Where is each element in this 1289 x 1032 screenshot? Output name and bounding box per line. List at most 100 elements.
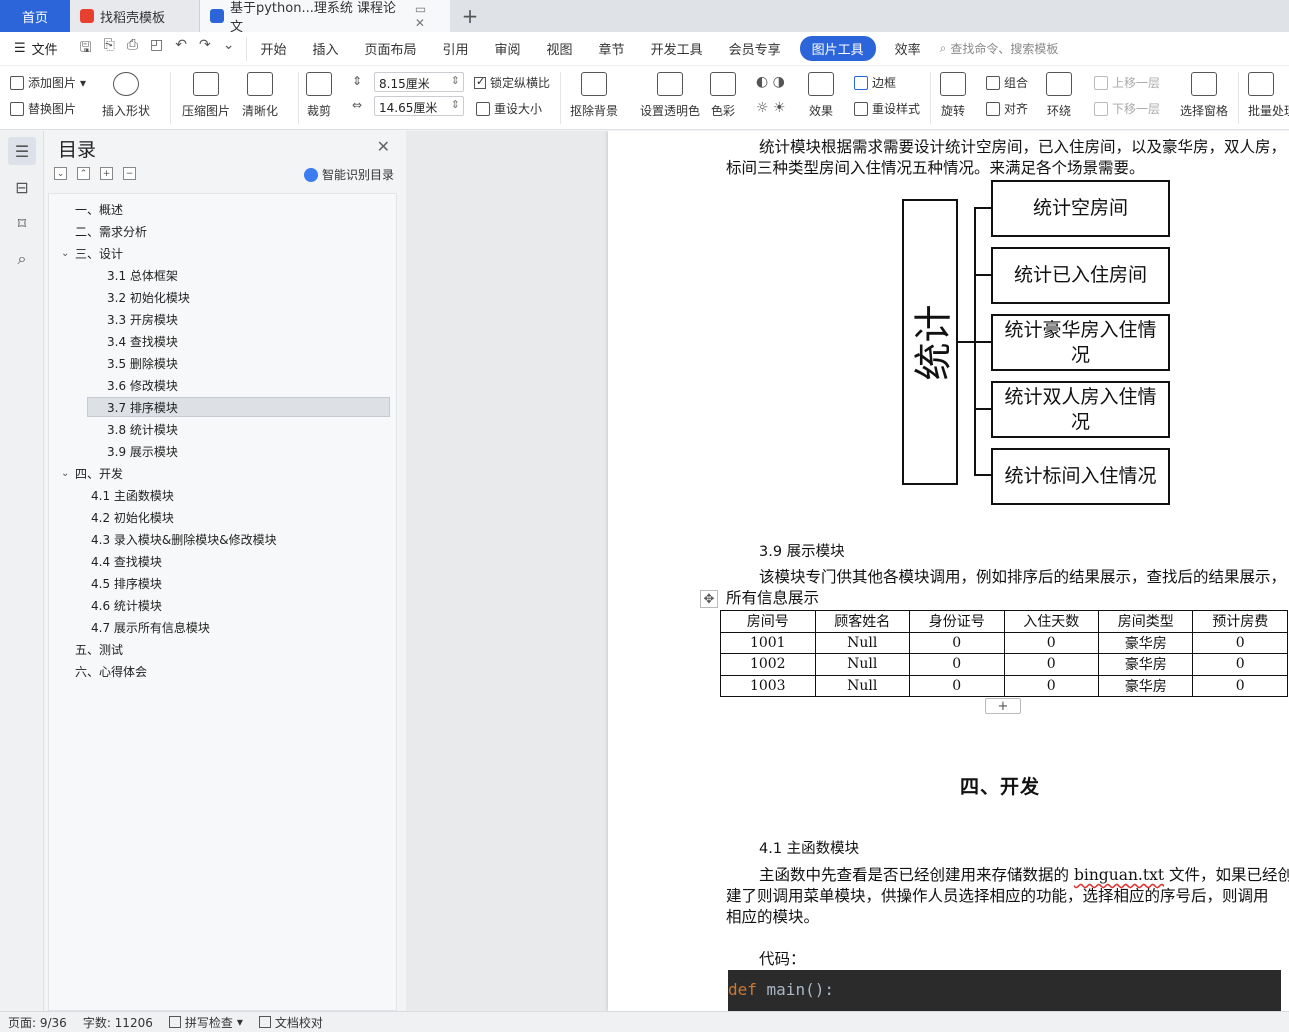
toc-item[interactable]: 4.4 查找模块 (91, 552, 162, 572)
tab-template[interactable]: 找稻壳模板 (70, 0, 200, 32)
add-row-plus-icon[interactable]: + (985, 698, 1021, 714)
up-layer-button[interactable]: 上移一层 (1094, 74, 1160, 91)
toc-item[interactable]: 4.6 统计模块 (91, 596, 162, 616)
toc-item[interactable]: 3.1 总体框架 (107, 266, 178, 286)
batch-button[interactable]: 批量处理 (1248, 72, 1289, 119)
add-item-icon[interactable]: + (100, 167, 113, 180)
menu-review[interactable]: 审阅 (482, 39, 534, 58)
select-pane-button[interactable]: 选择窗格 (1180, 72, 1228, 119)
toc-icon[interactable]: ☰ (8, 137, 36, 165)
table-move-handle-icon[interactable]: ✥ (700, 590, 718, 608)
remove-item-icon[interactable]: − (123, 167, 136, 180)
toc-item[interactable]: 3.4 查找模块 (107, 332, 178, 352)
table-cell: 1003 (720, 674, 816, 697)
export-icon[interactable]: ⎘ (104, 37, 115, 61)
lock-ratio-checkbox[interactable]: 锁定纵横比 (474, 74, 550, 91)
toc-item[interactable]: 4.1 主函数模块 (91, 486, 174, 506)
width-input[interactable]: 14.65厘米 (374, 96, 464, 116)
down-layer-icon (1094, 101, 1108, 116)
page-count[interactable]: 页面: 9/36 (0, 1014, 75, 1031)
toc-item[interactable]: 一、概述 (75, 200, 123, 220)
menu-reference[interactable]: 引用 (430, 39, 482, 58)
toc-item[interactable]: 3.2 初始化模块 (107, 288, 190, 308)
add-image-button[interactable]: 添加图片 ▾ (10, 74, 86, 91)
toc-item[interactable]: 四、开发 (75, 464, 123, 484)
redo-icon[interactable]: ↷ (199, 37, 211, 61)
command-search[interactable]: ⌕ 查找命令、搜索模板 (940, 40, 1059, 57)
compress-button[interactable]: 压缩图片 (182, 72, 230, 119)
insert-shape-label: 插入形状 (102, 104, 151, 118)
menu-devtools[interactable]: 开发工具 (638, 39, 716, 58)
toc-item[interactable]: 三、设计 (75, 244, 123, 264)
menu-picture-tools[interactable]: 图片工具 (799, 36, 876, 61)
effect-button[interactable]: 效果 (808, 72, 834, 119)
reset-size-button[interactable]: 重设大小 (476, 100, 542, 117)
menu-member[interactable]: 会员专享 (716, 39, 794, 58)
toc-item[interactable]: 3.6 修改模块 (107, 376, 178, 396)
bookmark-icon[interactable]: ⌑ (12, 213, 32, 233)
toc-item[interactable]: 五、测试 (75, 640, 123, 660)
rotate-button[interactable]: 旋转 (940, 72, 966, 119)
replace-image-button[interactable]: 替换图片 (10, 100, 76, 117)
find-icon[interactable]: ⌕ (12, 249, 32, 269)
toc-item[interactable]: 3.9 展示模块 (107, 442, 178, 462)
menu-efficiency[interactable]: 效率 (882, 39, 934, 58)
toc-item[interactable]: 二、需求分析 (75, 222, 147, 242)
close-icon[interactable]: ✕ (377, 137, 390, 156)
toc-item[interactable]: 六、心得体会 (75, 662, 147, 682)
wrap-button[interactable]: 环绕 (1046, 72, 1072, 119)
menu-view[interactable]: 视图 (534, 39, 586, 58)
preview-icon[interactable]: ◰ (150, 37, 163, 61)
undo-icon[interactable]: ↶ (175, 37, 187, 61)
smart-toc-button[interactable]: 智能识别目录 (303, 166, 394, 183)
customize-icon[interactable]: ⌄ (223, 37, 235, 61)
toc-item[interactable]: 4.3 录入模块&删除模块&修改模块 (91, 530, 277, 550)
chevron-down-icon[interactable]: ⌄ (61, 248, 71, 259)
insert-shape-button[interactable]: 插入形状 (102, 72, 150, 119)
tab-close-icon[interactable]: ▭ ✕ (415, 2, 440, 30)
toc-item[interactable]: 4.5 排序模块 (91, 574, 162, 594)
reset-style-button[interactable]: 重设样式 (854, 100, 920, 117)
brightness-icon[interactable]: ◐ ◑ (756, 74, 785, 90)
group-button[interactable]: 组合 (986, 74, 1028, 91)
crop-button[interactable]: 裁剪 (306, 72, 332, 119)
remove-bg-button[interactable]: 抠除背景 (570, 72, 618, 119)
menu-chapter[interactable]: 章节 (586, 39, 638, 58)
new-tab-plus-icon[interactable]: + (450, 0, 490, 32)
height-input[interactable]: 8.15厘米 (374, 72, 464, 92)
word-count[interactable]: 字数: 11206 (75, 1014, 161, 1031)
toc-item[interactable]: 3.3 开房模块 (107, 310, 178, 330)
chevron-down-icon[interactable]: ⌄ (61, 468, 71, 479)
down-layer-button[interactable]: 下移一层 (1094, 100, 1160, 117)
save-icon[interactable]: 🖫 (80, 37, 92, 61)
smart-toc-label: 智能识别目录 (321, 168, 394, 182)
menu-insert[interactable]: 插入 (299, 39, 351, 58)
guest-table[interactable]: 房间号 顾客姓名 身份证号 入住天数 房间类型 预计房费 1001 Null 0… (720, 610, 1288, 697)
smart-toc-icon (303, 167, 318, 182)
color-button[interactable]: 色彩 (710, 72, 736, 119)
outline-icon[interactable]: ⊟ (12, 177, 32, 197)
toc-item[interactable]: 3.8 统计模块 (107, 420, 178, 440)
toc-item-selected[interactable]: 3.7 排序模块 (87, 397, 390, 417)
spell-check-toggle[interactable]: 拼写检查 ▾ (161, 1014, 251, 1031)
tab-home[interactable]: 首页 (0, 0, 70, 32)
code-block[interactable]: def main(): (728, 970, 1281, 1011)
transparent-button[interactable]: 设置透明色 (640, 72, 700, 119)
collapse-all-icon[interactable]: ⌄ (54, 167, 67, 180)
toc-item[interactable]: 3.5 删除模块 (107, 354, 178, 374)
align-button[interactable]: 对齐 (986, 100, 1028, 117)
replace-image-icon (10, 101, 24, 116)
print-icon[interactable]: ⎙ (127, 37, 138, 61)
clarity-button[interactable]: 清晰化 (242, 72, 278, 119)
expand-up-icon[interactable]: ⌃ (77, 167, 90, 180)
tab-document[interactable]: 基于python...理系统 课程论文 ▭ ✕ (200, 0, 450, 35)
contrast-icon[interactable]: ☼ ☀ (756, 100, 786, 116)
menu-start[interactable]: 开始 (247, 39, 299, 58)
document-page[interactable]: 统计模块根据需求需要设计统计空房间，已入住房间，以及豪华房，双人房， 标间三种类… (608, 131, 1289, 1011)
proofread-button[interactable]: 文档校对 (251, 1014, 331, 1031)
border-button[interactable]: 边框 (854, 74, 896, 91)
toc-item[interactable]: 4.2 初始化模块 (91, 508, 174, 528)
file-menu[interactable]: ☰ 文件 (0, 39, 68, 58)
menu-layout[interactable]: 页面布局 (351, 39, 429, 58)
toc-item[interactable]: 4.7 展示所有信息模块 (91, 618, 210, 638)
